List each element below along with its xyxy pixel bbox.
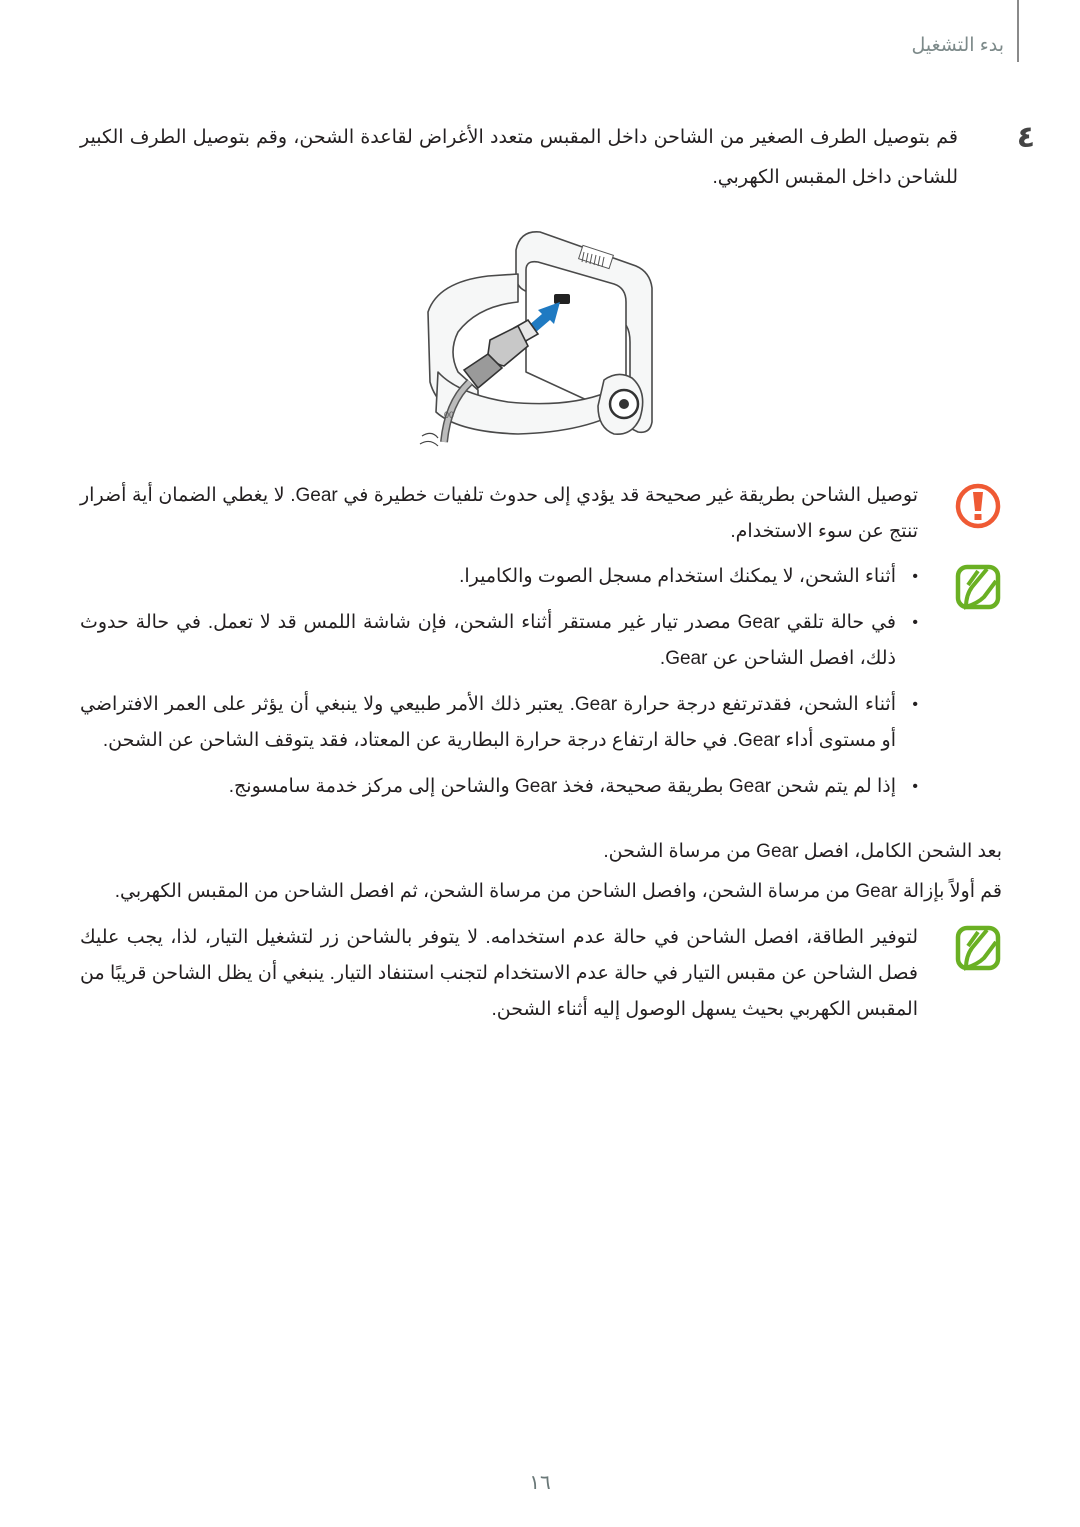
caution-text: توصيل الشاحن بطريقة غير صحيحة قد يؤدي إل… bbox=[80, 485, 918, 542]
note-bullet-item: إذا لم يتم شحن Gear بطريقة صحيحة، فخذ Ge… bbox=[80, 769, 918, 805]
note-notice-1: أثناء الشحن، لا يمكنك استخدام مسجل الصوت… bbox=[80, 559, 1002, 815]
note-icon bbox=[955, 925, 1001, 971]
note-notice-2: لتوفير الطاقة، افصل الشاحن في حالة عدم ا… bbox=[80, 920, 1002, 1028]
section-title: بدء التشغيل bbox=[911, 35, 1004, 56]
note-bullet-list: أثناء الشحن، لا يمكنك استخدام مسجل الصوت… bbox=[80, 559, 918, 805]
charging-dock-image: 00 bbox=[419, 231, 653, 447]
charging-illustration: 00 bbox=[418, 222, 662, 458]
after-charge-text-2: قم أولاً بإزالة Gear من مرساة الشحن، واف… bbox=[114, 881, 1002, 902]
step-number: ٤ bbox=[1016, 121, 1035, 154]
header-divider bbox=[1017, 0, 1019, 62]
page-number: ١٦ bbox=[529, 1472, 551, 1494]
usb-port-icon bbox=[554, 294, 570, 304]
step-instruction: قم بتوصيل الطرف الصغير من الشاحن داخل ال… bbox=[80, 118, 1002, 198]
note-bullet-item: أثناء الشحن، فقدترتفع درجة حرارة Gear. ي… bbox=[80, 687, 918, 759]
caution-icon bbox=[955, 483, 1001, 529]
step-text: قم بتوصيل الطرف الصغير من الشاحن داخل ال… bbox=[80, 127, 958, 188]
note-text: لتوفير الطاقة، افصل الشاحن في حالة عدم ا… bbox=[80, 927, 918, 1020]
svg-text:00: 00 bbox=[444, 410, 454, 420]
note-bullet-item: في حالة تلقي Gear مصدر تيار غير مستقر أث… bbox=[80, 605, 918, 677]
after-charge-text-1: بعد الشحن الكامل، افصل Gear من مرساة الش… bbox=[603, 841, 1002, 862]
note-icon bbox=[955, 564, 1001, 610]
note-bullet-item: أثناء الشحن، لا يمكنك استخدام مسجل الصوت… bbox=[80, 559, 918, 595]
caution-notice: توصيل الشاحن بطريقة غير صحيحة قد يؤدي إل… bbox=[80, 478, 1002, 550]
